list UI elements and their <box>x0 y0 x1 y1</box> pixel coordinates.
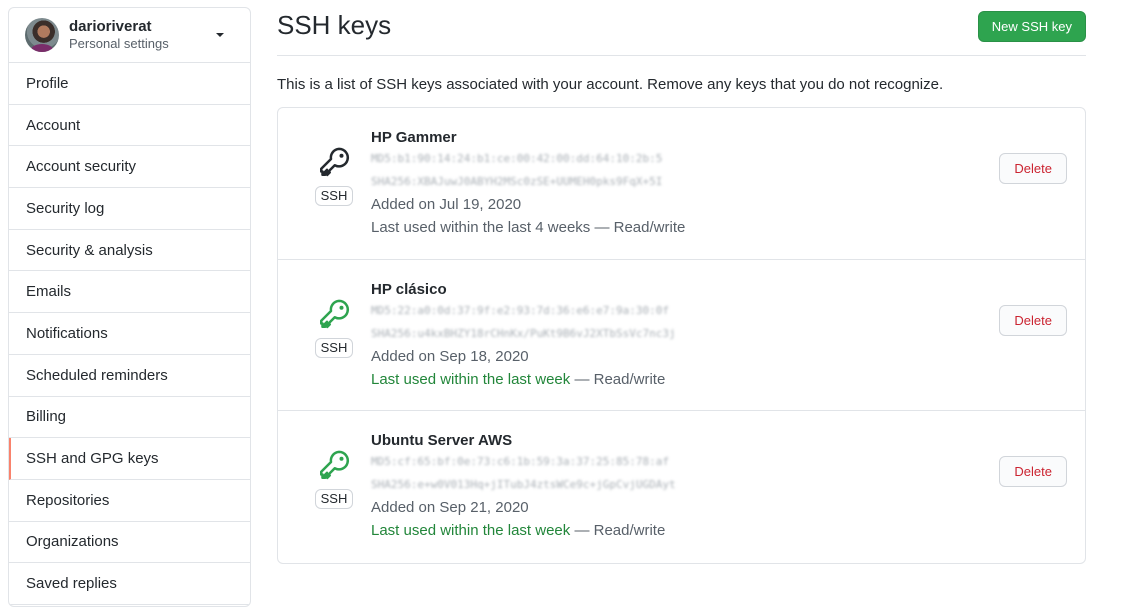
sidebar-item-ssh-and-gpg-keys[interactable]: SSH and GPG keys <box>9 438 250 480</box>
sidebar-item-account-security[interactable]: Account security <box>9 146 250 189</box>
sidebar-item-security-log[interactable]: Security log <box>9 188 250 230</box>
key-title: Ubuntu Server AWS <box>371 432 513 449</box>
last-used-text: Last used within the last 4 weeks <box>371 219 591 236</box>
main-content: SSH keys New SSH key This is a list of S… <box>277 0 1086 564</box>
last-used: Last used within the last week — Read/wr… <box>371 368 721 391</box>
key-icon-column: SSH <box>313 294 355 358</box>
sidebar-item-repositories[interactable]: Repositories <box>9 480 250 522</box>
sha256-fingerprint: SHA256:u4kxBHZY18rCHnKx/PuKt9B6vJ2XTbSsV… <box>371 326 676 340</box>
added-date: Added on Sep 18, 2020 <box>371 347 529 365</box>
last-used: Last used within the last week — Read/wr… <box>371 519 721 542</box>
sidebar-item-label: Emails <box>26 283 72 301</box>
key-icon-column: SSH <box>313 445 355 509</box>
sha256-fingerprint: SHA256:XBAJuwJ0ABYH2MSc0zSE+UUMEH0pks9Fq… <box>371 175 663 188</box>
page-header: SSH keys New SSH key <box>277 0 1086 56</box>
caret-down-icon[interactable] <box>216 33 224 37</box>
sidebar-item-label: Security log <box>26 199 105 217</box>
ssh-badge: SSH <box>314 337 354 358</box>
sidebar-item-label: Account <box>26 116 81 134</box>
key-details: HP clásico MD5:22:a0:0d:37:9f:e2:93:7d:3… <box>371 281 721 391</box>
md5-fingerprint: MD5:22:a0:0d:37:9f:e2:93:7d:36:e6:e7:9a:… <box>371 303 670 317</box>
access-level: — Read/write <box>570 522 666 539</box>
key-title: HP Gammer <box>371 129 457 146</box>
ssh-key-row: SSH Ubuntu Server AWS MD5:cf:65:bf:0e:73… <box>278 411 1085 563</box>
sidebar-item-label: Repositories <box>26 491 110 509</box>
delete-key-button[interactable]: Delete <box>999 456 1067 487</box>
sidebar-item-billing[interactable]: Billing <box>9 397 250 439</box>
key-icon <box>320 299 349 328</box>
access-level: — Read/write <box>590 219 686 236</box>
username: darioriverat <box>69 18 152 35</box>
last-used-text: Last used within the last week <box>371 522 571 539</box>
ssh-badge: SSH <box>314 489 354 509</box>
last-used-text: Last used within the last week <box>371 370 571 388</box>
key-details: Ubuntu Server AWS MD5:cf:65:bf:0e:73:c6:… <box>371 432 721 542</box>
ssh-badge: SSH <box>314 186 354 206</box>
sidebar-item-saved-replies[interactable]: Saved replies <box>9 563 250 605</box>
ssh-key-row: SSH HP clásico MD5:22:a0:0d:37:9f:e2:93:… <box>278 260 1085 411</box>
sidebar-item-notifications[interactable]: Notifications <box>9 313 250 355</box>
sha256-fingerprint: SHA256:e+w0V013Hq+jITubJ4ztsWCe9c+jGpCvj… <box>371 478 676 491</box>
key-icon-column: SSH <box>313 142 355 206</box>
account-switcher[interactable]: darioriverat Personal settings <box>9 8 250 63</box>
delete-key-button[interactable]: Delete <box>999 153 1067 184</box>
sidebar-item-emails[interactable]: Emails <box>9 271 250 314</box>
sidebar-item-label: Notifications <box>26 324 108 342</box>
key-icon <box>320 147 349 177</box>
settings-sidebar: darioriverat Personal settings Profile Ac… <box>8 7 251 607</box>
new-ssh-key-button[interactable]: New SSH key <box>977 11 1086 42</box>
sidebar-item-label: Account security <box>26 158 137 176</box>
key-title: HP clásico <box>371 280 447 298</box>
sidebar-item-label: Scheduled reminders <box>26 366 168 384</box>
sidebar-item-label: Saved replies <box>26 575 117 593</box>
key-icon <box>320 450 349 480</box>
sidebar-item-label: Security & analysis <box>26 241 153 259</box>
sidebar-item-security-analysis[interactable]: Security & analysis <box>9 230 250 272</box>
delete-key-button[interactable]: Delete <box>999 304 1067 336</box>
sidebar-item-account[interactable]: Account <box>9 105 250 147</box>
added-date: Added on Jul 19, 2020 <box>371 196 522 213</box>
last-used: Last used within the last 4 weeks — Read… <box>371 216 721 239</box>
ssh-key-row: SSH HP Gammer MD5:b1:90:14:24:b1:ce:00:4… <box>278 108 1085 260</box>
sidebar-item-scheduled-reminders[interactable]: Scheduled reminders <box>9 355 250 397</box>
key-details: HP Gammer MD5:b1:90:14:24:b1:ce:00:42:00… <box>371 129 721 239</box>
md5-fingerprint: MD5:b1:90:14:24:b1:ce:00:42:00:dd:64:10:… <box>371 152 663 165</box>
md5-fingerprint: MD5:cf:65:bf:0e:73:c6:1b:59:3a:37:25:85:… <box>371 455 670 468</box>
ssh-key-list: SSH HP Gammer MD5:b1:90:14:24:b1:ce:00:4… <box>277 107 1086 564</box>
sidebar-item-label: SSH and GPG keys <box>26 450 159 468</box>
added-date: Added on Sep 21, 2020 <box>371 499 529 516</box>
sidebar-item-profile[interactable]: Profile <box>9 63 250 105</box>
sidebar-item-label: Profile <box>26 74 69 92</box>
access-level: — Read/write <box>570 370 666 388</box>
intro-text: This is a list of SSH keys associated wi… <box>277 76 944 93</box>
sidebar-item-label: Billing <box>26 408 67 426</box>
personal-settings-label: Personal settings <box>69 36 169 51</box>
sidebar-item-label: Organizations <box>26 533 119 551</box>
sidebar-item-organizations[interactable]: Organizations <box>9 522 250 564</box>
avatar <box>25 18 59 52</box>
page-title: SSH keys <box>277 10 392 40</box>
